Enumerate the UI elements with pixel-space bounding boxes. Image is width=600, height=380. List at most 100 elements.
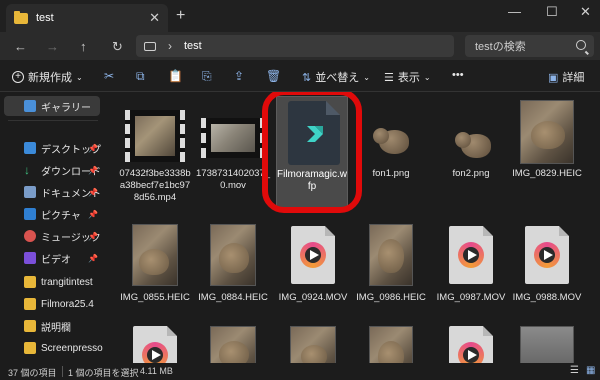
desktop-icon (24, 142, 36, 154)
delete-icon[interactable]: 🗑 (266, 69, 281, 83)
image-thumbnail (210, 224, 256, 286)
sort-button[interactable]: ⇅ 並べ替え ⌄ (302, 69, 370, 85)
sidebar-item-label: 説明欄 (41, 322, 71, 334)
paste-icon[interactable]: 📋 (168, 69, 183, 83)
close-window-button[interactable]: ✕ (580, 4, 591, 20)
navigation-pane: ギャラリー デスクトップ 📌 ↓ ダウンロード 📌 ドキュメント 📌 ピクチャ … (0, 92, 104, 363)
sidebar-item-screenpresso[interactable]: Screenpresso (0, 338, 104, 358)
chevron-down-icon: ⌄ (423, 72, 431, 82)
file-name: IMG_0986.HEIC (356, 292, 426, 303)
new-button[interactable]: + 新規作成 ⌄ (12, 69, 83, 85)
sidebar-item-label: ギャラリー (41, 102, 91, 114)
view-button-label: 表示 (397, 72, 420, 84)
folder-icon (24, 298, 36, 310)
view-icon: ☰ (384, 71, 394, 84)
sidebar-item-videos[interactable]: ビデオ 📌 (0, 248, 104, 268)
folder-icon (24, 276, 36, 288)
sidebar-item-downloads[interactable]: ↓ ダウンロード 📌 (0, 160, 104, 180)
play-icon (468, 250, 477, 260)
file-name: IMG_0987.MOV (436, 292, 506, 303)
pc-icon (144, 41, 156, 51)
file-name: IMG_0924.MOV (278, 292, 348, 303)
title-bar: test ✕ + — ☐ ✕ (0, 0, 600, 32)
sidebar-item-gallery[interactable]: ギャラリー (4, 96, 100, 116)
cut-icon[interactable]: ✂ (104, 69, 114, 83)
file-name: IMG_0884.HEIC (198, 292, 268, 303)
sidebar-item-trangitintest[interactable]: trangitintest (0, 272, 104, 292)
video-thumbnail (201, 118, 265, 158)
status-divider (62, 366, 63, 377)
video-icon (24, 252, 36, 264)
command-bar: + 新規作成 ⌄ ✂ ⧉ 📋 ⎘ ⇪ 🗑 ⇅ 並べ替え ⌄ ☰ 表示 ⌄ •••… (0, 60, 600, 92)
breadcrumb-test[interactable]: test (184, 40, 202, 52)
details-button-label: 詳細 (562, 72, 585, 84)
maximize-button[interactable]: ☐ (546, 4, 558, 20)
address-bar[interactable]: › test (136, 35, 454, 57)
image-thumbnail (132, 224, 178, 286)
sidebar-item-documents[interactable]: ドキュメント 📌 (0, 182, 104, 202)
file-name: IMG_0855.HEIC (120, 292, 190, 303)
search-icon (576, 40, 586, 50)
sidebar-item-label: ビデオ (41, 254, 71, 266)
gallery-icon (24, 100, 36, 112)
forward-button[interactable]: → (46, 39, 59, 54)
close-tab-icon[interactable]: ✕ (149, 10, 160, 26)
play-icon (310, 250, 319, 260)
more-options-button[interactable]: ••• (452, 69, 464, 81)
image-thumbnail (369, 224, 413, 286)
details-pane-icon: ▣ (548, 71, 559, 84)
image-thumbnail (210, 326, 256, 363)
search-input[interactable]: testの検索 (465, 35, 594, 57)
status-bar: 37 個の項目 1 個の項目を選択 4.11 MB ☰ ▦ (0, 363, 600, 380)
image-thumbnail (290, 326, 336, 363)
view-button[interactable]: ☰ 表示 ⌄ (384, 69, 431, 85)
details-button[interactable]: ▣ 詳細 (548, 69, 584, 85)
mov-file-thumbnail (525, 226, 569, 284)
back-button[interactable]: ← (14, 39, 27, 54)
chevron-down-icon: ⌄ (363, 72, 370, 82)
item-count: 37 個の項目 (8, 368, 57, 378)
tiles-view-icon[interactable]: ▦ (586, 365, 595, 376)
image-thumbnail (520, 100, 574, 164)
pin-icon: 📌 (88, 253, 98, 263)
sidebar-item-desktop[interactable]: デスクトップ 📌 (0, 138, 104, 158)
minimize-button[interactable]: — (508, 4, 521, 19)
refresh-button[interactable]: ↻ (112, 39, 123, 55)
selection-size: 4.11 MB (140, 366, 173, 376)
sidebar-item-music[interactable]: ミュージック 📌 (0, 226, 104, 246)
share-icon[interactable]: ⇪ (234, 69, 244, 83)
mov-file-thumbnail (449, 326, 493, 363)
file-name: 07432f3be3338ba38becf7e1bc978d56.mp4 (119, 168, 191, 203)
up-button[interactable]: ↑ (80, 39, 87, 54)
picture-icon (24, 208, 36, 220)
breadcrumb-chevron-icon: › (168, 39, 172, 53)
sidebar-item-filmora[interactable]: Filmora25.4 (0, 294, 104, 314)
pin-icon: 📌 (88, 231, 98, 241)
address-row: ← → ↑ ↻ › test testの検索 (0, 32, 600, 60)
folder-icon (24, 320, 36, 332)
new-tab-button[interactable]: + (176, 7, 185, 25)
sidebar-item-label: trangitintest (41, 276, 93, 288)
sidebar-item-pictures[interactable]: ピクチャ 📌 (0, 204, 104, 224)
sort-icon: ⇅ (302, 71, 312, 84)
file-name: fon2.png (452, 168, 490, 179)
details-view-icon[interactable]: ☰ (570, 365, 579, 376)
tab-title: test (36, 12, 54, 24)
video-thumbnail (125, 110, 185, 162)
rename-icon[interactable]: ⎘ (202, 69, 212, 84)
pin-icon: 📌 (88, 143, 98, 153)
file-grid: 07432f3be3338ba38becf7e1bc978d56.mp4 173… (104, 92, 600, 363)
sidebar-item-label: ピクチャ (41, 210, 81, 222)
folder-icon (14, 10, 28, 24)
file-name: 1738731402037_0.mov (196, 168, 270, 191)
new-button-label: 新規作成 (28, 72, 72, 84)
sidebar-item-label: Screenpresso (41, 342, 103, 354)
play-icon (544, 250, 553, 260)
sidebar-item-setsumeiran[interactable]: 説明欄 (0, 316, 104, 336)
mov-file-thumbnail (133, 326, 177, 363)
file-name: IMG_0988.MOV (512, 292, 582, 303)
copy-icon[interactable]: ⧉ (136, 69, 145, 84)
document-icon (24, 186, 36, 198)
tab-test[interactable]: test ✕ (6, 4, 168, 32)
download-icon: ↓ (24, 163, 30, 177)
